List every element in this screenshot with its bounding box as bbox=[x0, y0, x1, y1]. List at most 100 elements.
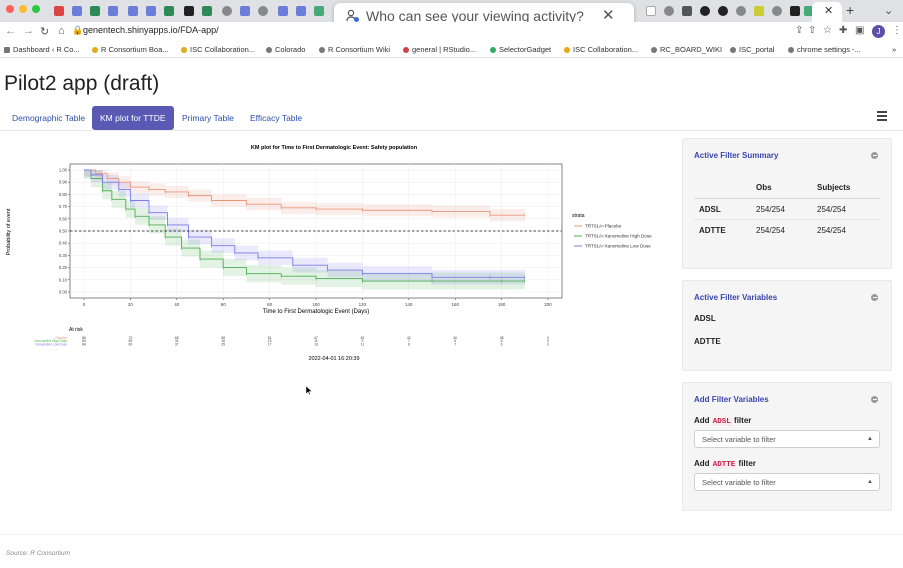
adtte-variable-select[interactable]: Select variable to filter ▲ bbox=[694, 473, 880, 491]
collapse-icon[interactable] bbox=[871, 152, 878, 159]
profile-avatar[interactable]: J bbox=[872, 25, 885, 38]
x-tick-label: 20 bbox=[128, 302, 134, 307]
tab-favicon[interactable] bbox=[664, 6, 674, 16]
collapse-icon[interactable] bbox=[871, 396, 878, 403]
y-tick-label: 0.20 bbox=[59, 265, 68, 270]
table-header-row: Obs Subjects bbox=[694, 177, 880, 199]
y-tick-label: 1.00 bbox=[59, 168, 68, 173]
x-tick-label: 140 bbox=[405, 302, 413, 307]
reload-icon[interactable]: ↻ bbox=[40, 25, 49, 38]
panel-title: Add Filter Variables bbox=[694, 395, 769, 404]
tab-primary-table[interactable]: Primary Table bbox=[174, 106, 242, 130]
tab-efficacy-table[interactable]: Efficacy Table bbox=[242, 106, 310, 130]
tab-favicon[interactable] bbox=[278, 6, 288, 16]
tab-favicon[interactable] bbox=[258, 6, 268, 16]
tab-favicon[interactable] bbox=[296, 6, 306, 16]
risk-table-value: 7 bbox=[454, 342, 456, 346]
share-icon[interactable]: ⇧ bbox=[808, 25, 816, 36]
filter-variable-adtte[interactable]: ADTTE bbox=[694, 337, 721, 346]
x-tick-label: 200 bbox=[544, 302, 552, 307]
home-icon[interactable]: ⌂ bbox=[58, 25, 65, 37]
bookmark-item[interactable]: R Consortium Wiki bbox=[319, 45, 390, 54]
tab-favicon[interactable] bbox=[790, 6, 800, 16]
bookmark-item[interactable]: RC_BOARD_WIKI bbox=[651, 45, 722, 54]
tab-favicon[interactable] bbox=[146, 6, 156, 16]
chevron-down-icon[interactable]: ⌄ bbox=[884, 4, 893, 17]
x-tick-label: 100 bbox=[312, 302, 320, 307]
bookmark-item[interactable]: Colorado bbox=[266, 45, 305, 54]
active-browser-tab[interactable]: ✕ bbox=[812, 2, 842, 22]
table-row: ADSL 254/254 254/254 bbox=[694, 199, 880, 220]
new-tab-button[interactable]: + bbox=[846, 2, 854, 18]
url-input[interactable]: genentech.shinyapps.io/FDA-app/ bbox=[83, 25, 219, 35]
back-icon[interactable]: ← bbox=[5, 25, 16, 37]
plot-timestamp: 2022-04-01 16:20:39 bbox=[308, 356, 359, 362]
more-bookmarks-icon[interactable]: » bbox=[892, 45, 896, 54]
tab-favicon[interactable] bbox=[128, 6, 138, 16]
bookmark-item[interactable]: ISC Collaboration... bbox=[181, 45, 255, 54]
y-tick-label: 0.60 bbox=[59, 216, 68, 221]
close-window-button[interactable] bbox=[6, 5, 14, 13]
bookmark-item[interactable]: general | RStudio... bbox=[403, 45, 476, 54]
y-tick-label: 0.80 bbox=[59, 192, 68, 197]
collapse-icon[interactable] bbox=[871, 294, 878, 301]
x-tick-label: 40 bbox=[174, 302, 180, 307]
maximize-window-button[interactable] bbox=[32, 5, 40, 13]
y-tick-label: 0.70 bbox=[59, 204, 68, 209]
tab-km-plot[interactable]: KM plot for TTDE bbox=[92, 106, 174, 130]
risk-table-value: 60 bbox=[129, 342, 133, 346]
close-tab-icon[interactable]: ✕ bbox=[824, 4, 833, 17]
bookmark-item[interactable]: SelectorGadget bbox=[490, 45, 551, 54]
drive-icon bbox=[564, 47, 570, 53]
tab-favicon[interactable] bbox=[314, 6, 324, 16]
y-tick-label: 0.50 bbox=[59, 229, 68, 234]
tab-favicon[interactable] bbox=[646, 6, 656, 16]
risk-table-value: 17 bbox=[268, 342, 272, 346]
tab-favicon[interactable] bbox=[240, 6, 250, 16]
install-icon[interactable]: ⇪ bbox=[795, 25, 803, 36]
lock-icon[interactable]: 🔒 bbox=[72, 25, 83, 36]
legend-entry: TRT01A=Placebo bbox=[585, 224, 622, 229]
tab-demographic-table[interactable]: Demographic Table bbox=[4, 106, 93, 130]
minimize-window-button[interactable] bbox=[19, 5, 27, 13]
tab-favicon[interactable] bbox=[754, 6, 764, 16]
tab-favicon[interactable] bbox=[90, 6, 100, 16]
risk-table-value: 0 bbox=[547, 342, 549, 346]
at-risk-label: At risk bbox=[69, 327, 83, 333]
legend-entry: TRT01A=Xanomeline Low Dose bbox=[585, 244, 651, 249]
adsl-variable-select[interactable]: Select variable to filter ▲ bbox=[694, 430, 880, 448]
bookmark-item[interactable]: ISC Collaboration... bbox=[564, 45, 638, 54]
filter-variable-adsl[interactable]: ADSL bbox=[694, 314, 716, 323]
tab-favicon[interactable] bbox=[718, 6, 728, 16]
tab-favicon[interactable] bbox=[222, 6, 232, 16]
tab-favicon[interactable] bbox=[700, 6, 710, 16]
drive-icon bbox=[92, 47, 98, 53]
bookmark-item[interactable]: Dashboard ‹ R Co... bbox=[4, 45, 80, 54]
tab-favicon[interactable] bbox=[202, 6, 212, 16]
tab-favicon[interactable] bbox=[736, 6, 746, 16]
sidebar-icon[interactable]: ▣ bbox=[855, 25, 864, 36]
menu-icon[interactable] bbox=[877, 111, 887, 123]
tab-favicon[interactable] bbox=[184, 6, 194, 16]
risk-table-value: 84 bbox=[82, 342, 86, 346]
extensions-icon[interactable]: ✚ bbox=[839, 25, 847, 36]
filter-variables-panel: Active Filter Variables ADSL ADTTE bbox=[682, 280, 892, 371]
y-tick-label: 0.10 bbox=[59, 277, 68, 282]
tab-favicon[interactable] bbox=[72, 6, 82, 16]
tab-favicon[interactable] bbox=[108, 6, 118, 16]
tab-favicon[interactable] bbox=[772, 6, 782, 16]
bookmark-star-icon[interactable]: ☆ bbox=[823, 25, 832, 36]
bookmark-item[interactable]: ISC_portal bbox=[730, 45, 774, 54]
tab-favicon[interactable] bbox=[682, 6, 692, 16]
globe-icon bbox=[730, 47, 736, 53]
x-tick-label: 160 bbox=[451, 302, 459, 307]
risk-table-value: 8 bbox=[408, 342, 410, 346]
privacy-icon bbox=[346, 9, 359, 22]
globe-icon bbox=[319, 47, 325, 53]
bookmark-item[interactable]: R Consortium Boa... bbox=[92, 45, 169, 54]
menu-dots-icon[interactable]: ⋮ bbox=[892, 25, 902, 36]
tab-favicon[interactable] bbox=[164, 6, 174, 16]
forward-icon[interactable]: → bbox=[23, 25, 34, 37]
tab-favicon[interactable] bbox=[54, 6, 64, 16]
bookmark-item[interactable]: chrome settings -... bbox=[788, 45, 861, 54]
